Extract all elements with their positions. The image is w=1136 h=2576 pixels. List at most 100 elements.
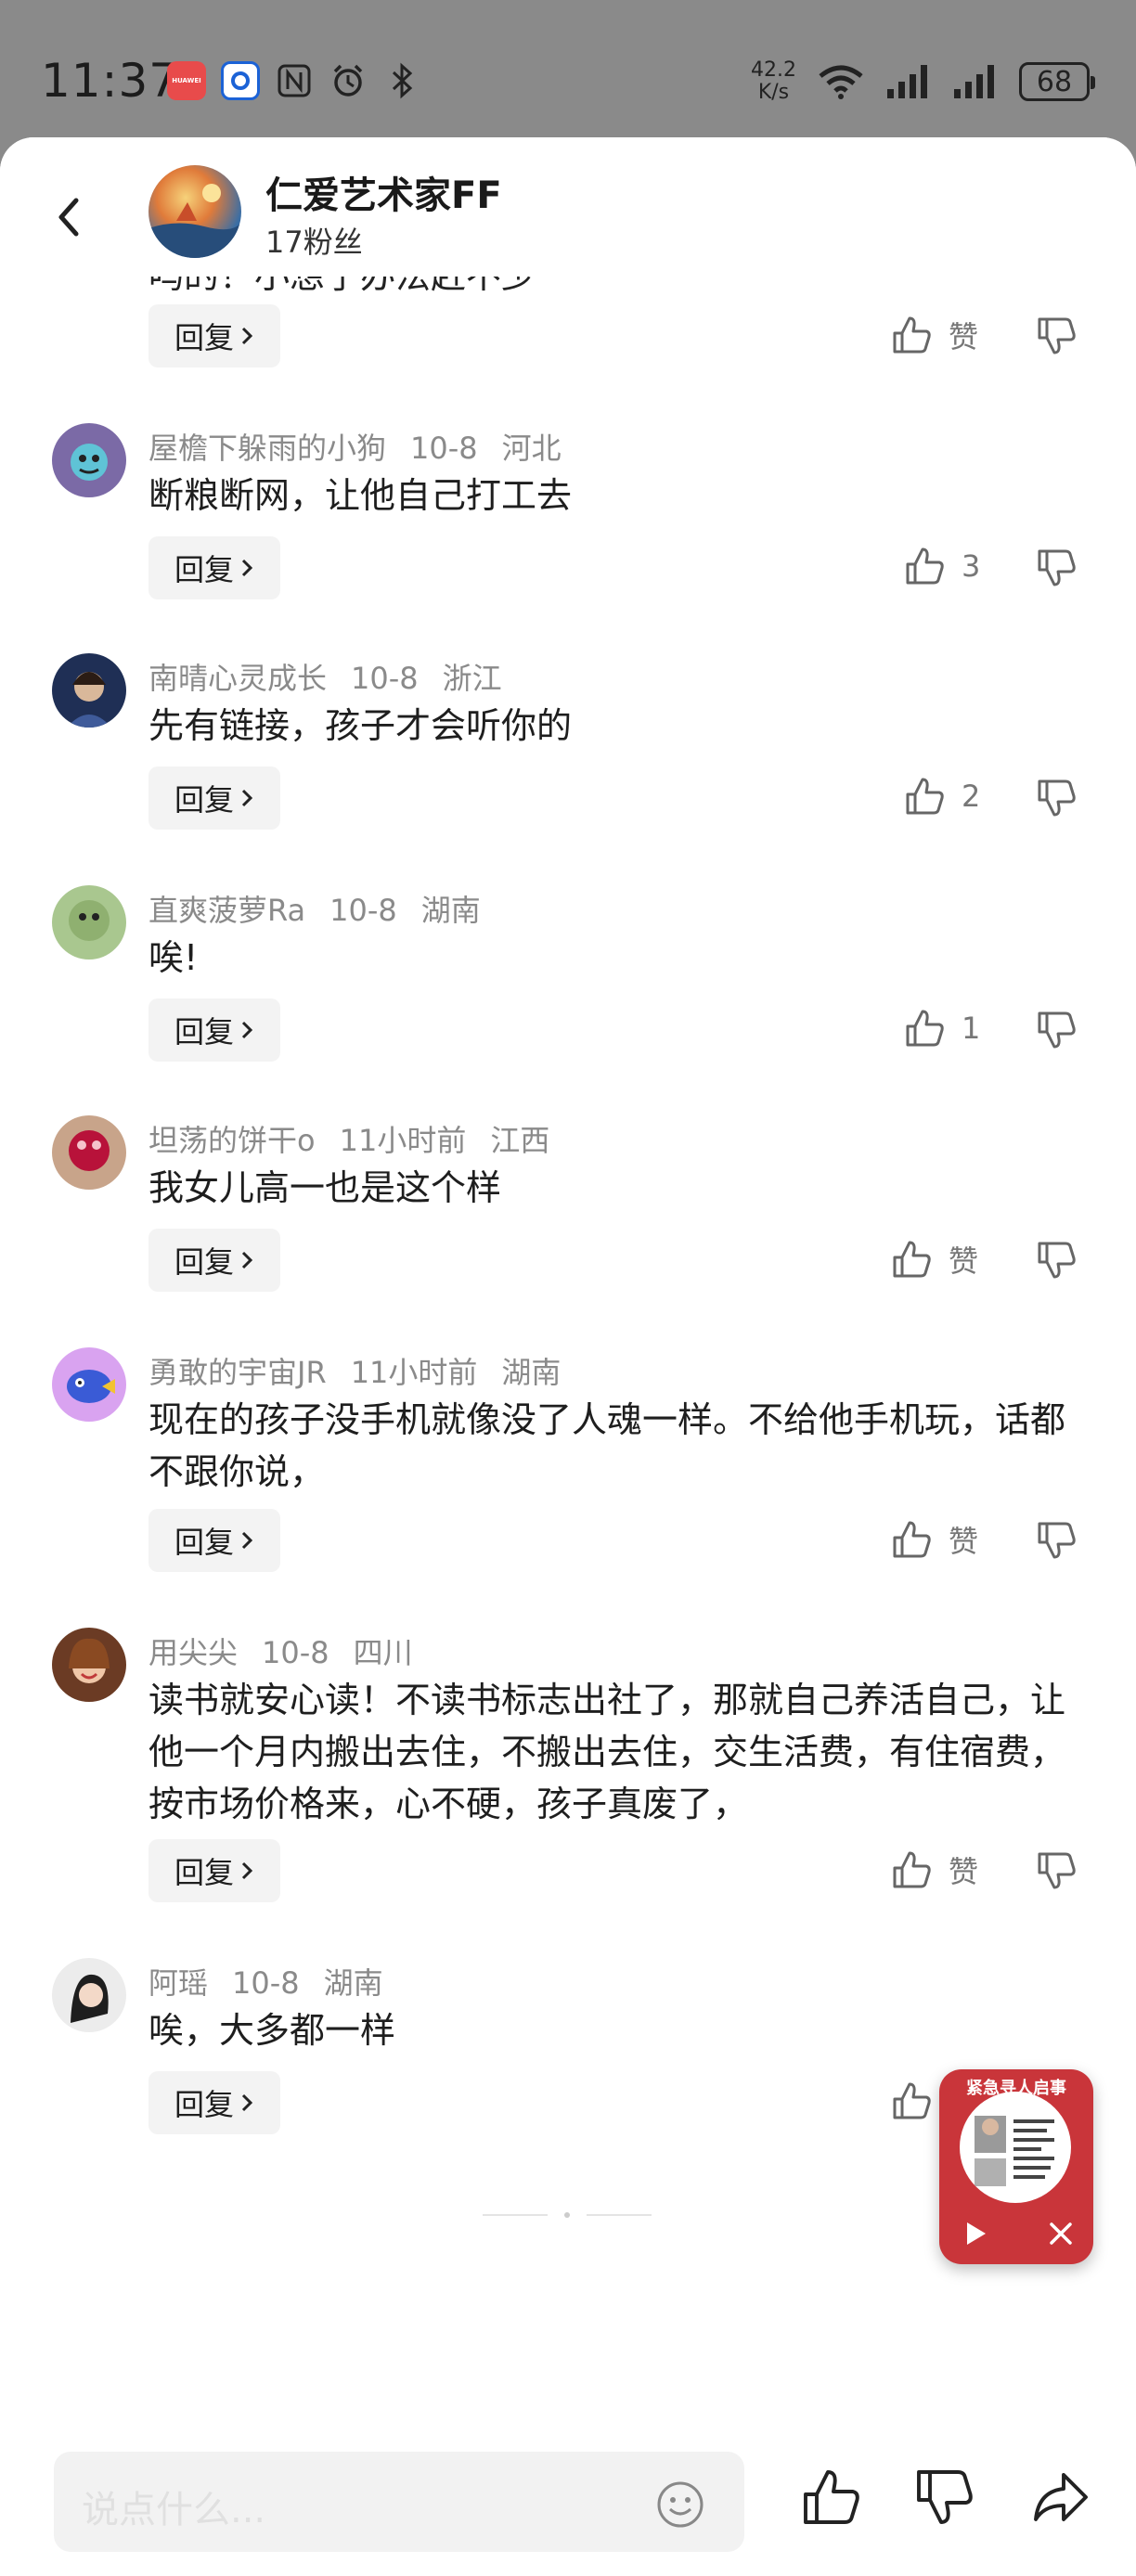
reply-button[interactable]: 回复 — [148, 1509, 280, 1572]
chevron-right-icon — [241, 1531, 253, 1550]
comment-location: 湖南 — [323, 1965, 383, 2001]
comment-meta: 直爽菠萝Ra 10-8 湖南 — [148, 887, 505, 930]
chevron-right-icon — [241, 1861, 253, 1880]
commenter-name[interactable]: 坦荡的饼干o — [148, 1123, 316, 1158]
commenter-name[interactable]: 用尖尖 — [148, 1635, 238, 1670]
commenter-name[interactable]: 阿瑶 — [148, 1965, 208, 2001]
reply-button[interactable]: 回复 — [148, 2071, 280, 2134]
author-header: 仁爱艺术家FF 17粉丝 — [0, 137, 1136, 277]
thumbs-up-icon — [906, 778, 944, 815]
reply-button[interactable]: 回复 — [148, 304, 280, 367]
commenter-avatar[interactable] — [52, 653, 126, 728]
comment-time: 10-8 — [329, 893, 397, 928]
commenter-avatar[interactable] — [52, 1115, 126, 1190]
thumbs-down-icon[interactable] — [1036, 1850, 1077, 1891]
commenter-avatar[interactable] — [52, 423, 126, 497]
chevron-right-icon — [241, 559, 253, 577]
thumbs-up-icon — [893, 316, 931, 354]
commenter-avatar[interactable] — [52, 885, 126, 960]
comment-text: 唉，大多都一样 — [148, 2010, 396, 2051]
comment-location: 河北 — [501, 431, 562, 466]
like-button[interactable]: 3 — [904, 546, 980, 586]
comment-meta: 用尖尖 10-8 四川 — [148, 1629, 437, 1672]
loading-indicator — [483, 2214, 548, 2216]
comment-location: 湖南 — [501, 1355, 562, 1390]
comment-location: 江西 — [490, 1123, 550, 1158]
author-name[interactable]: 仁爱艺术家FF — [265, 165, 502, 219]
comment-meta: 勇敢的宇宙JR 11小时前 湖南 — [148, 1349, 585, 1392]
reply-button[interactable]: 回复 — [148, 766, 280, 830]
like-count: 1 — [962, 1011, 981, 1046]
thumbs-up-icon — [906, 1010, 944, 1047]
thumbs-up-icon — [893, 2082, 931, 2119]
thumbs-up-icon[interactable] — [800, 2467, 861, 2528]
reply-button[interactable]: 回复 — [148, 1229, 280, 1292]
thumbs-down-icon[interactable] — [1036, 778, 1077, 818]
chevron-right-icon — [241, 789, 253, 807]
like-button[interactable]: 2 — [904, 776, 980, 817]
close-icon[interactable] — [1047, 2220, 1075, 2248]
floating-player-thumbnail — [960, 2092, 1071, 2203]
commenter-name[interactable]: 勇敢的宇宙JR — [148, 1355, 327, 1390]
comment-time: 10-8 — [262, 1635, 329, 1670]
like-count: 2 — [962, 779, 981, 814]
comment-meta: 坦荡的饼干o 11小时前 江西 — [148, 1117, 574, 1160]
comment-text: 唉! — [148, 937, 199, 978]
commenter-avatar[interactable] — [52, 1347, 126, 1422]
comment-meta: 阿瑶 10-8 湖南 — [148, 1960, 407, 2003]
thumbs-down-icon[interactable] — [1036, 1010, 1077, 1050]
comment-meta: 南晴心灵成长 10-8 浙江 — [148, 655, 526, 698]
like-button[interactable]: 赞 — [891, 1848, 978, 1891]
thumbs-up-icon — [893, 1851, 931, 1888]
reply-button[interactable]: 回复 — [148, 998, 280, 1062]
thumbs-down-icon[interactable] — [1036, 547, 1077, 588]
like-label: 赞 — [949, 1243, 979, 1279]
like-button[interactable] — [891, 2080, 932, 2121]
like-button[interactable]: 赞 — [891, 1238, 978, 1281]
huawei-app-icon: HUAWEI — [167, 61, 206, 100]
network-speed: 42.2 K/s — [751, 58, 796, 104]
like-button[interactable]: 赞 — [891, 314, 978, 356]
author-avatar[interactable] — [148, 165, 241, 258]
thumbs-down-icon[interactable] — [1036, 1520, 1077, 1561]
status-time: 11:37 — [41, 54, 180, 108]
signal-icon-2 — [954, 65, 994, 98]
commenter-name[interactable]: 直爽菠萝Ra — [148, 893, 305, 928]
share-icon[interactable] — [1030, 2467, 1091, 2528]
floating-video-player[interactable]: 紧急寻人启事 — [939, 2069, 1093, 2264]
comment-time: 10-8 — [232, 1965, 300, 2001]
bottom-action-bar: 说点什么... — [0, 2439, 1136, 2576]
thumbs-down-icon[interactable] — [913, 2467, 975, 2528]
commenter-name[interactable]: 南晴心灵成长 — [148, 661, 327, 696]
loading-dot — [564, 2212, 570, 2218]
battery-indicator: 68 — [1019, 62, 1095, 101]
comment-location: 浙江 — [442, 661, 502, 696]
comment-location: 湖南 — [420, 893, 481, 928]
nfc-icon — [275, 61, 314, 100]
comment-text: 现在的孩子没手机就像没了人魂一样。不给他手机玩，话都不跟你说， — [148, 1399, 1066, 1492]
play-icon[interactable] — [962, 2220, 989, 2248]
comment-input[interactable]: 说点什么... — [54, 2452, 744, 2552]
commenter-avatar[interactable] — [52, 1958, 126, 2032]
like-button[interactable]: 赞 — [891, 1518, 978, 1561]
chevron-right-icon — [241, 1251, 253, 1269]
like-button[interactable]: 1 — [904, 1008, 980, 1049]
comment-text: 先有链接，孩子才会听你的 — [148, 705, 573, 746]
reply-button[interactable]: 回复 — [148, 1839, 280, 1902]
commenter-avatar[interactable] — [52, 1628, 126, 1702]
commenter-name[interactable]: 屋檐下躲雨的小狗 — [148, 431, 386, 466]
like-count: 3 — [962, 548, 981, 584]
comment-time: 10-8 — [351, 661, 419, 696]
like-label: 赞 — [949, 1854, 979, 1889]
notification-icons: HUAWEI — [167, 61, 421, 100]
reply-button[interactable]: 回复 — [148, 536, 280, 599]
emoji-icon[interactable] — [655, 2479, 705, 2530]
thumbs-down-icon[interactable] — [1036, 1240, 1077, 1281]
back-icon[interactable] — [50, 189, 87, 245]
ring-app-icon — [221, 61, 260, 100]
comment-time: 11小时前 — [339, 1123, 467, 1158]
comment-text: 读书就安心读！不读书标志出社了，那就自己养活自己，让他一个月内搬出去住，不搬出去… — [148, 1680, 1066, 1824]
comment-time: 10-8 — [410, 431, 478, 466]
chevron-right-icon — [241, 2093, 253, 2112]
thumbs-down-icon[interactable] — [1036, 316, 1077, 356]
